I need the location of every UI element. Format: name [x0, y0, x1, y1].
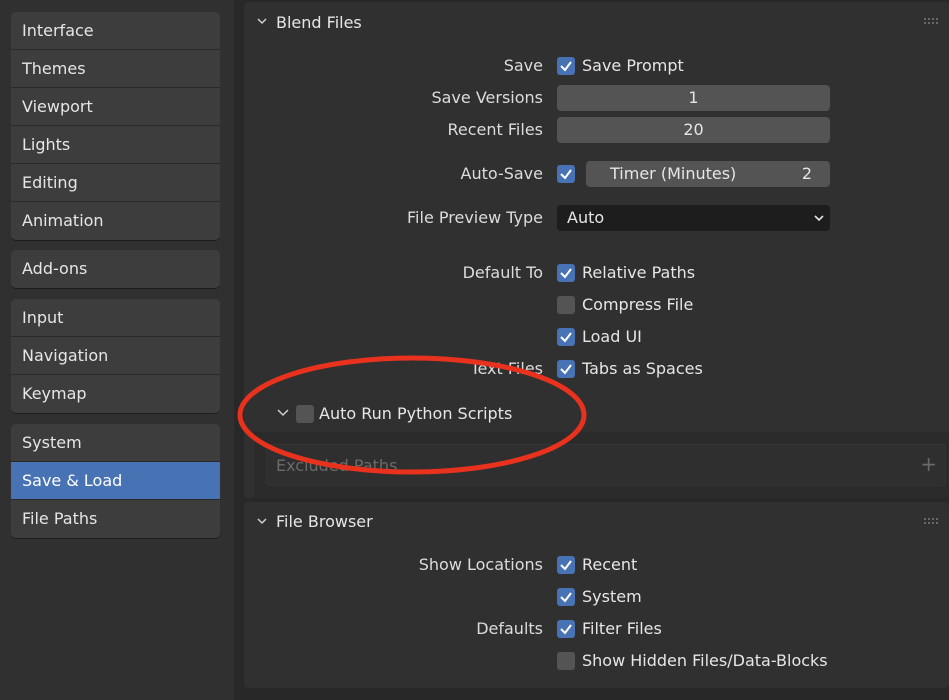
file-browser-header[interactable]: File Browser — [244, 502, 949, 542]
sidebar-item-navigation[interactable]: Navigation — [11, 337, 220, 375]
tabs-as-spaces-checkbox[interactable] — [557, 360, 575, 378]
nav-group-system: System Save & Load File Paths — [11, 424, 220, 538]
timer-label: Timer (Minutes) — [610, 164, 737, 183]
show-locations-label: Show Locations — [418, 555, 543, 574]
save-versions-field[interactable]: 1 — [557, 85, 830, 111]
chevron-down-icon — [257, 518, 267, 525]
panel-title: Blend Files — [276, 13, 362, 32]
sidebar-item-editing[interactable]: Editing — [11, 164, 220, 202]
recent-label: Recent — [582, 555, 638, 574]
sidebar-item-viewport[interactable]: Viewport — [11, 88, 220, 126]
load-ui-checkbox[interactable] — [557, 328, 575, 346]
blend-files-header[interactable]: Blend Files — [244, 2, 949, 42]
auto-run-label: Auto Run Python Scripts — [319, 404, 513, 423]
drag-grip-icon[interactable] — [923, 517, 939, 525]
defaults-label: Defaults — [476, 619, 543, 638]
default-to-label: Default To — [462, 263, 543, 282]
recent-files-label: Recent Files — [447, 120, 544, 139]
preferences-sidebar: Interface Themes Viewport Lights Editing… — [0, 0, 234, 700]
timer-value: 2 — [801, 164, 812, 183]
excluded-paths-list[interactable]: Excluded Paths + — [266, 444, 946, 486]
auto-run-checkbox[interactable] — [296, 405, 314, 423]
sidebar-item-input[interactable]: Input — [11, 299, 220, 337]
save-prompt-label: Save Prompt — [582, 56, 684, 75]
file-browser-panel: File Browser Show Locations Recent Syste… — [244, 502, 949, 688]
filter-files-label: Filter Files — [582, 619, 662, 638]
chevron-down-icon — [814, 215, 824, 222]
save-label: Save — [503, 56, 543, 75]
relative-paths-label: Relative Paths — [582, 263, 696, 282]
preferences-main: Blend Files Save Save Prompt Save Versio… — [234, 0, 949, 700]
recent-files-field[interactable]: 20 — [557, 117, 830, 143]
recent-checkbox[interactable] — [557, 556, 575, 574]
excluded-paths-subpanel: Excluded Paths + — [254, 432, 949, 498]
nav-group-addons: Add-ons — [11, 250, 220, 288]
file-preview-type-label: File Preview Type — [407, 208, 543, 227]
blend-files-panel: Blend Files Save Save Prompt Save Versio… — [244, 2, 949, 498]
relative-paths-checkbox[interactable] — [557, 264, 575, 282]
auto-save-timer-field[interactable]: Timer (Minutes) 2 — [586, 161, 830, 187]
checkmark-icon — [560, 560, 572, 571]
compress-file-label: Compress File — [582, 295, 694, 314]
panel-title: File Browser — [276, 512, 373, 531]
excluded-paths-label: Excluded Paths — [276, 456, 398, 475]
system-label: System — [582, 587, 642, 606]
system-checkbox[interactable] — [557, 588, 575, 606]
auto-save-label: Auto-Save — [460, 164, 544, 183]
show-hidden-checkbox[interactable] — [557, 652, 575, 670]
checkmark-icon — [560, 364, 572, 375]
save-prompt-checkbox[interactable] — [557, 57, 575, 75]
chevron-down-icon — [277, 409, 289, 417]
auto-save-checkbox[interactable] — [557, 165, 575, 183]
sidebar-item-add-ons[interactable]: Add-ons — [11, 250, 220, 288]
sidebar-item-keymap[interactable]: Keymap — [11, 375, 220, 413]
checkmark-icon — [560, 592, 572, 603]
sidebar-item-interface[interactable]: Interface — [11, 12, 220, 50]
nav-group-general: Interface Themes Viewport Lights Editing… — [11, 12, 220, 240]
compress-file-checkbox[interactable] — [557, 296, 575, 314]
sidebar-item-lights[interactable]: Lights — [11, 126, 220, 164]
checkmark-icon — [560, 268, 572, 279]
sidebar-item-file-paths[interactable]: File Paths — [11, 500, 220, 538]
sidebar-item-save-load[interactable]: Save & Load — [11, 462, 220, 500]
checkmark-icon — [560, 624, 572, 635]
text-files-label: Text Files — [470, 359, 543, 378]
checkmark-icon — [560, 61, 572, 72]
sidebar-item-system[interactable]: System — [11, 424, 220, 462]
tabs-as-spaces-label: Tabs as Spaces — [582, 359, 703, 378]
show-hidden-label: Show Hidden Files/Data-Blocks — [582, 651, 828, 670]
chevron-down-icon — [257, 18, 267, 25]
file-preview-type-dropdown[interactable]: Auto — [557, 205, 830, 231]
auto-run-header[interactable]: Auto Run Python Scripts — [244, 394, 949, 430]
drag-grip-icon[interactable] — [923, 17, 939, 25]
save-versions-label: Save Versions — [431, 88, 543, 107]
checkmark-icon — [560, 169, 572, 180]
dropdown-value: Auto — [567, 208, 605, 227]
sidebar-item-animation[interactable]: Animation — [11, 202, 220, 240]
load-ui-label: Load UI — [582, 327, 642, 346]
add-icon[interactable]: + — [920, 454, 937, 474]
sidebar-item-themes[interactable]: Themes — [11, 50, 220, 88]
nav-group-input: Input Navigation Keymap — [11, 299, 220, 413]
filter-files-checkbox[interactable] — [557, 620, 575, 638]
checkmark-icon — [560, 332, 572, 343]
